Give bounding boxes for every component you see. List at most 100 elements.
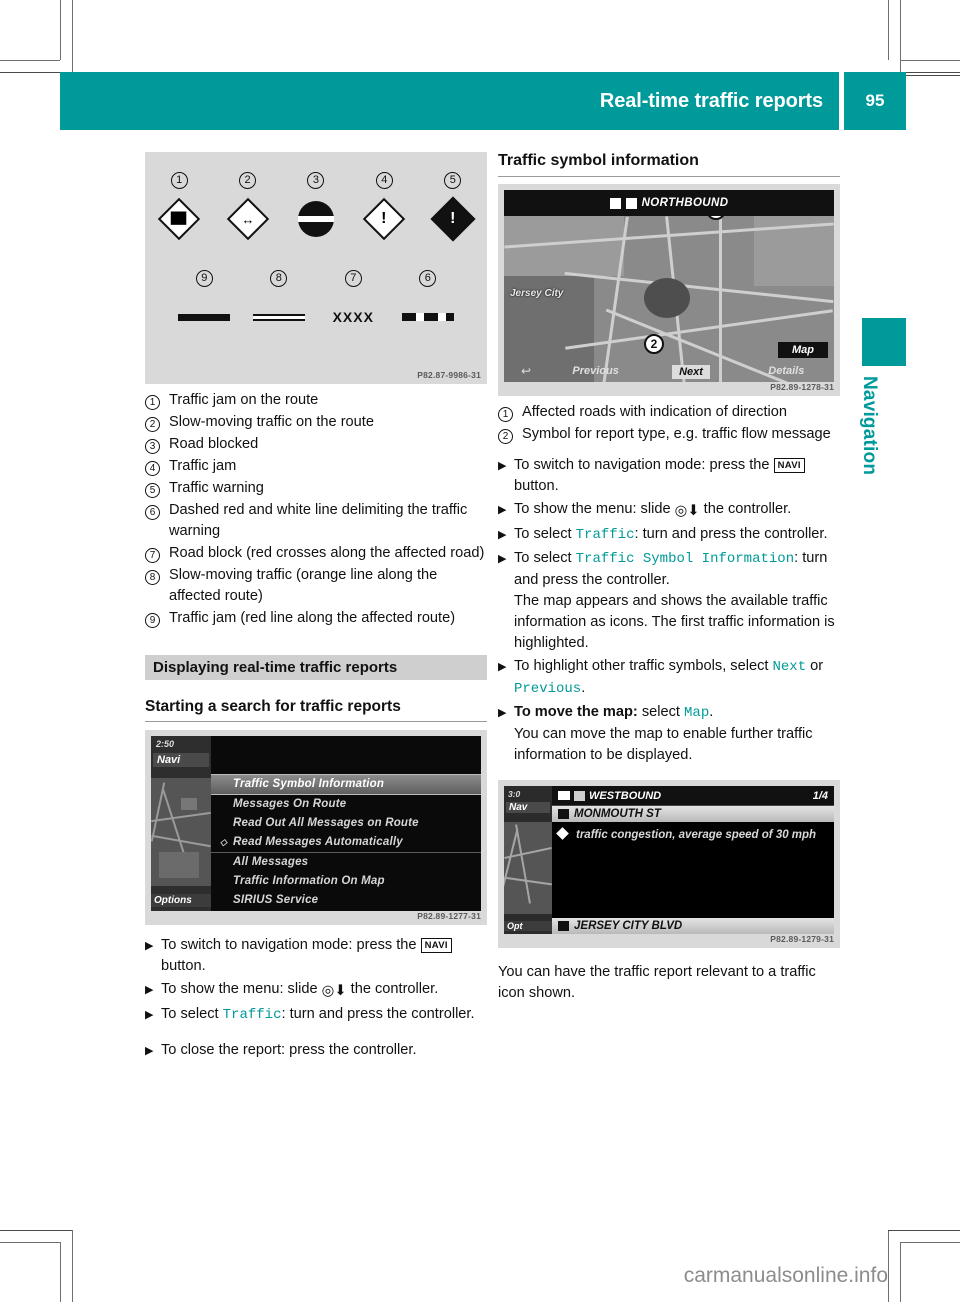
legend-item: 5 Traffic warning bbox=[145, 478, 487, 499]
traffic-jam-warning-diamond-icon: ! bbox=[363, 197, 406, 241]
menu-item-traffic-symbol-information[interactable]: Traffic Symbol Information bbox=[211, 774, 481, 795]
mini-map-preview bbox=[151, 778, 211, 886]
controller-down-icon: ◎⬇ bbox=[674, 503, 700, 519]
legend-text: Affected roads with indication of direct… bbox=[522, 404, 788, 420]
nav-menu-figure: 2:50 Navi Options Traffic Symbol Informa… bbox=[145, 730, 487, 925]
left-column: 1 ██ 2 ↔ 3 4 ! 5 ! 9 8 7 XXXX 6 P82.87-9… bbox=[145, 152, 487, 1063]
solid-red-line-icon bbox=[178, 295, 231, 339]
legend-number: 1 bbox=[145, 395, 160, 410]
crop-mark bbox=[888, 1230, 960, 1231]
step-text: To switch to navigation mode: press the … bbox=[161, 935, 487, 977]
traffic-symbols-figure: 1 ██ 2 ↔ 3 4 ! 5 ! 9 8 7 XXXX 6 P82.87-9… bbox=[145, 152, 487, 384]
section-band-heading: Displaying real-time traffic reports bbox=[145, 655, 487, 680]
map-button[interactable]: Map bbox=[778, 342, 828, 358]
right-column: Traffic symbol information NORTHBOUND Je… bbox=[498, 152, 840, 1004]
step-item: ▶ To close the report: press the control… bbox=[145, 1040, 487, 1061]
symbol-cell: 8 bbox=[250, 270, 308, 339]
westbound-title: WESTBOUND bbox=[589, 789, 662, 802]
step-bullet-icon: ▶ bbox=[498, 529, 507, 541]
step-text: To select Traffic: turn and press the co… bbox=[161, 1006, 475, 1023]
step-bullet-icon: ▶ bbox=[498, 504, 507, 516]
details-button[interactable]: Details bbox=[739, 365, 834, 377]
closing-paragraph: You can have the traffic report relevant… bbox=[498, 964, 816, 1001]
street-bottom-row-wrapper: JERSEY CITY BLVD bbox=[552, 918, 834, 934]
legend-text: Slow-moving traffic on the route bbox=[169, 414, 374, 430]
legend-number: 2 bbox=[498, 429, 513, 444]
traffic-warning-filled-diamond-icon: ! bbox=[430, 196, 476, 242]
mini-map-preview bbox=[504, 822, 552, 914]
map-direction-title: NORTHBOUND bbox=[641, 197, 729, 209]
callout-number: 9 bbox=[195, 270, 213, 287]
menu-reference-map: Map bbox=[684, 705, 710, 721]
menu-item-read-out-all-messages[interactable]: Read Out All Messages on Route bbox=[211, 814, 481, 833]
previous-button[interactable]: Previous bbox=[548, 365, 643, 377]
menu-reference-previous: Previous bbox=[514, 681, 582, 697]
street-marker-icon bbox=[558, 921, 569, 931]
next-button[interactable]: Next bbox=[672, 365, 710, 379]
step-text: To highlight other traffic symbols, sele… bbox=[514, 658, 824, 697]
street-top-row[interactable]: MONMOUTH ST bbox=[552, 806, 834, 822]
step-bullet-icon: ▶ bbox=[145, 984, 154, 996]
crop-mark bbox=[60, 0, 61, 60]
symbol-row-bottom: 9 8 7 XXXX 6 bbox=[145, 270, 487, 339]
checkbox-icon: ◇ bbox=[220, 837, 228, 847]
legend-item: 2 Slow-moving traffic on the route bbox=[145, 412, 487, 433]
step-item: ▶ To highlight other traffic symbols, se… bbox=[498, 656, 840, 700]
legend-item: 8 Slow-moving traffic (orange line along… bbox=[145, 565, 487, 607]
options-button[interactable]: Opt bbox=[504, 921, 552, 931]
step-text: To show the menu: slide ◎⬇ the controlle… bbox=[514, 499, 791, 522]
menu-item-sirius-service[interactable]: SIRIUS Service bbox=[211, 891, 481, 910]
page-number-box: 95 bbox=[844, 72, 906, 130]
legend-text: Slow-moving traffic (orange line along t… bbox=[169, 567, 438, 604]
callout-number: 7 bbox=[344, 270, 362, 287]
callout-2: 2 bbox=[644, 334, 664, 354]
menu-item-read-messages-automatically[interactable]: ◇ Read Messages Automatically bbox=[211, 833, 481, 853]
clock-label: 2:50 bbox=[156, 739, 175, 749]
traffic-map-figure: NORTHBOUND Jersey City 1 2 bbox=[498, 184, 840, 396]
legend-number: 1 bbox=[498, 407, 513, 422]
options-button[interactable]: Options bbox=[151, 894, 211, 907]
menu-item-messages-on-route[interactable]: Messages On Route bbox=[211, 795, 481, 814]
symbol-cell: 7 XXXX bbox=[324, 270, 382, 339]
step-bullet-icon: ▶ bbox=[145, 1009, 154, 1021]
step-bullet-icon: ▶ bbox=[498, 661, 507, 673]
legend-number: 7 bbox=[145, 548, 160, 563]
page-title: Real-time traffic reports bbox=[599, 89, 823, 112]
back-arrow-icon[interactable]: ↩ bbox=[504, 364, 548, 378]
step-emphasis: To move the map: bbox=[514, 704, 638, 720]
clock-label: 3:0 bbox=[508, 789, 521, 799]
crop-mark bbox=[888, 1230, 889, 1302]
crop-mark bbox=[72, 0, 73, 72]
step-text: To select Traffic Symbol Information: tu… bbox=[514, 548, 840, 654]
x-crosses-icon: XXXX bbox=[333, 295, 374, 339]
nav-menu-sidebar: 2:50 Navi Options bbox=[151, 736, 211, 911]
legend-text: Road blocked bbox=[169, 436, 259, 452]
legend-item: 2 Symbol for report type, e.g. traffic f… bbox=[498, 424, 840, 445]
westbound-figure: 3:0 Nav Opt WESTBOUND 1/4 MONMOUTH ST tr… bbox=[498, 780, 840, 948]
right-section-heading: Traffic symbol information bbox=[498, 152, 840, 177]
symbol-cell: 1 ██ bbox=[150, 172, 208, 241]
step-item: ▶ To show the menu: slide ◎⬇ the control… bbox=[498, 499, 840, 522]
legend-number: 2 bbox=[145, 417, 160, 432]
step-item: ▶ To select Traffic Symbol Information: … bbox=[498, 548, 840, 654]
navi-key-icon: NAVI bbox=[773, 458, 805, 473]
legend-number: 6 bbox=[145, 505, 160, 520]
step-bullet-icon: ▶ bbox=[498, 707, 507, 719]
orange-open-line-icon bbox=[252, 295, 305, 339]
direction-icon bbox=[609, 197, 621, 209]
menu-item-all-messages[interactable]: All Messages bbox=[211, 853, 481, 872]
legend-item: 9 Traffic jam (red line along the affect… bbox=[145, 608, 487, 629]
figure-caption: P82.87-9986-31 bbox=[417, 370, 481, 380]
legend-item: 7 Road block (red crosses along the affe… bbox=[145, 543, 487, 564]
symbol-cell: 6 bbox=[399, 270, 457, 339]
westbound-title-bar: WESTBOUND 1/4 bbox=[552, 786, 834, 806]
header-rule bbox=[906, 75, 960, 76]
x-crosses-text: XXXX bbox=[332, 309, 374, 325]
step-text: To show the menu: slide ◎⬇ the controlle… bbox=[161, 979, 438, 1002]
road-blocked-circle-icon bbox=[297, 197, 334, 241]
nav-menu-screenshot: 2:50 Navi Options Traffic Symbol Informa… bbox=[151, 736, 481, 911]
street-bottom-row[interactable]: JERSEY CITY BLVD bbox=[552, 918, 834, 934]
crop-mark bbox=[0, 1230, 72, 1231]
navi-tab-label: Navi bbox=[153, 753, 209, 767]
menu-item-traffic-information-on-map[interactable]: Traffic Information On Map bbox=[211, 872, 481, 891]
